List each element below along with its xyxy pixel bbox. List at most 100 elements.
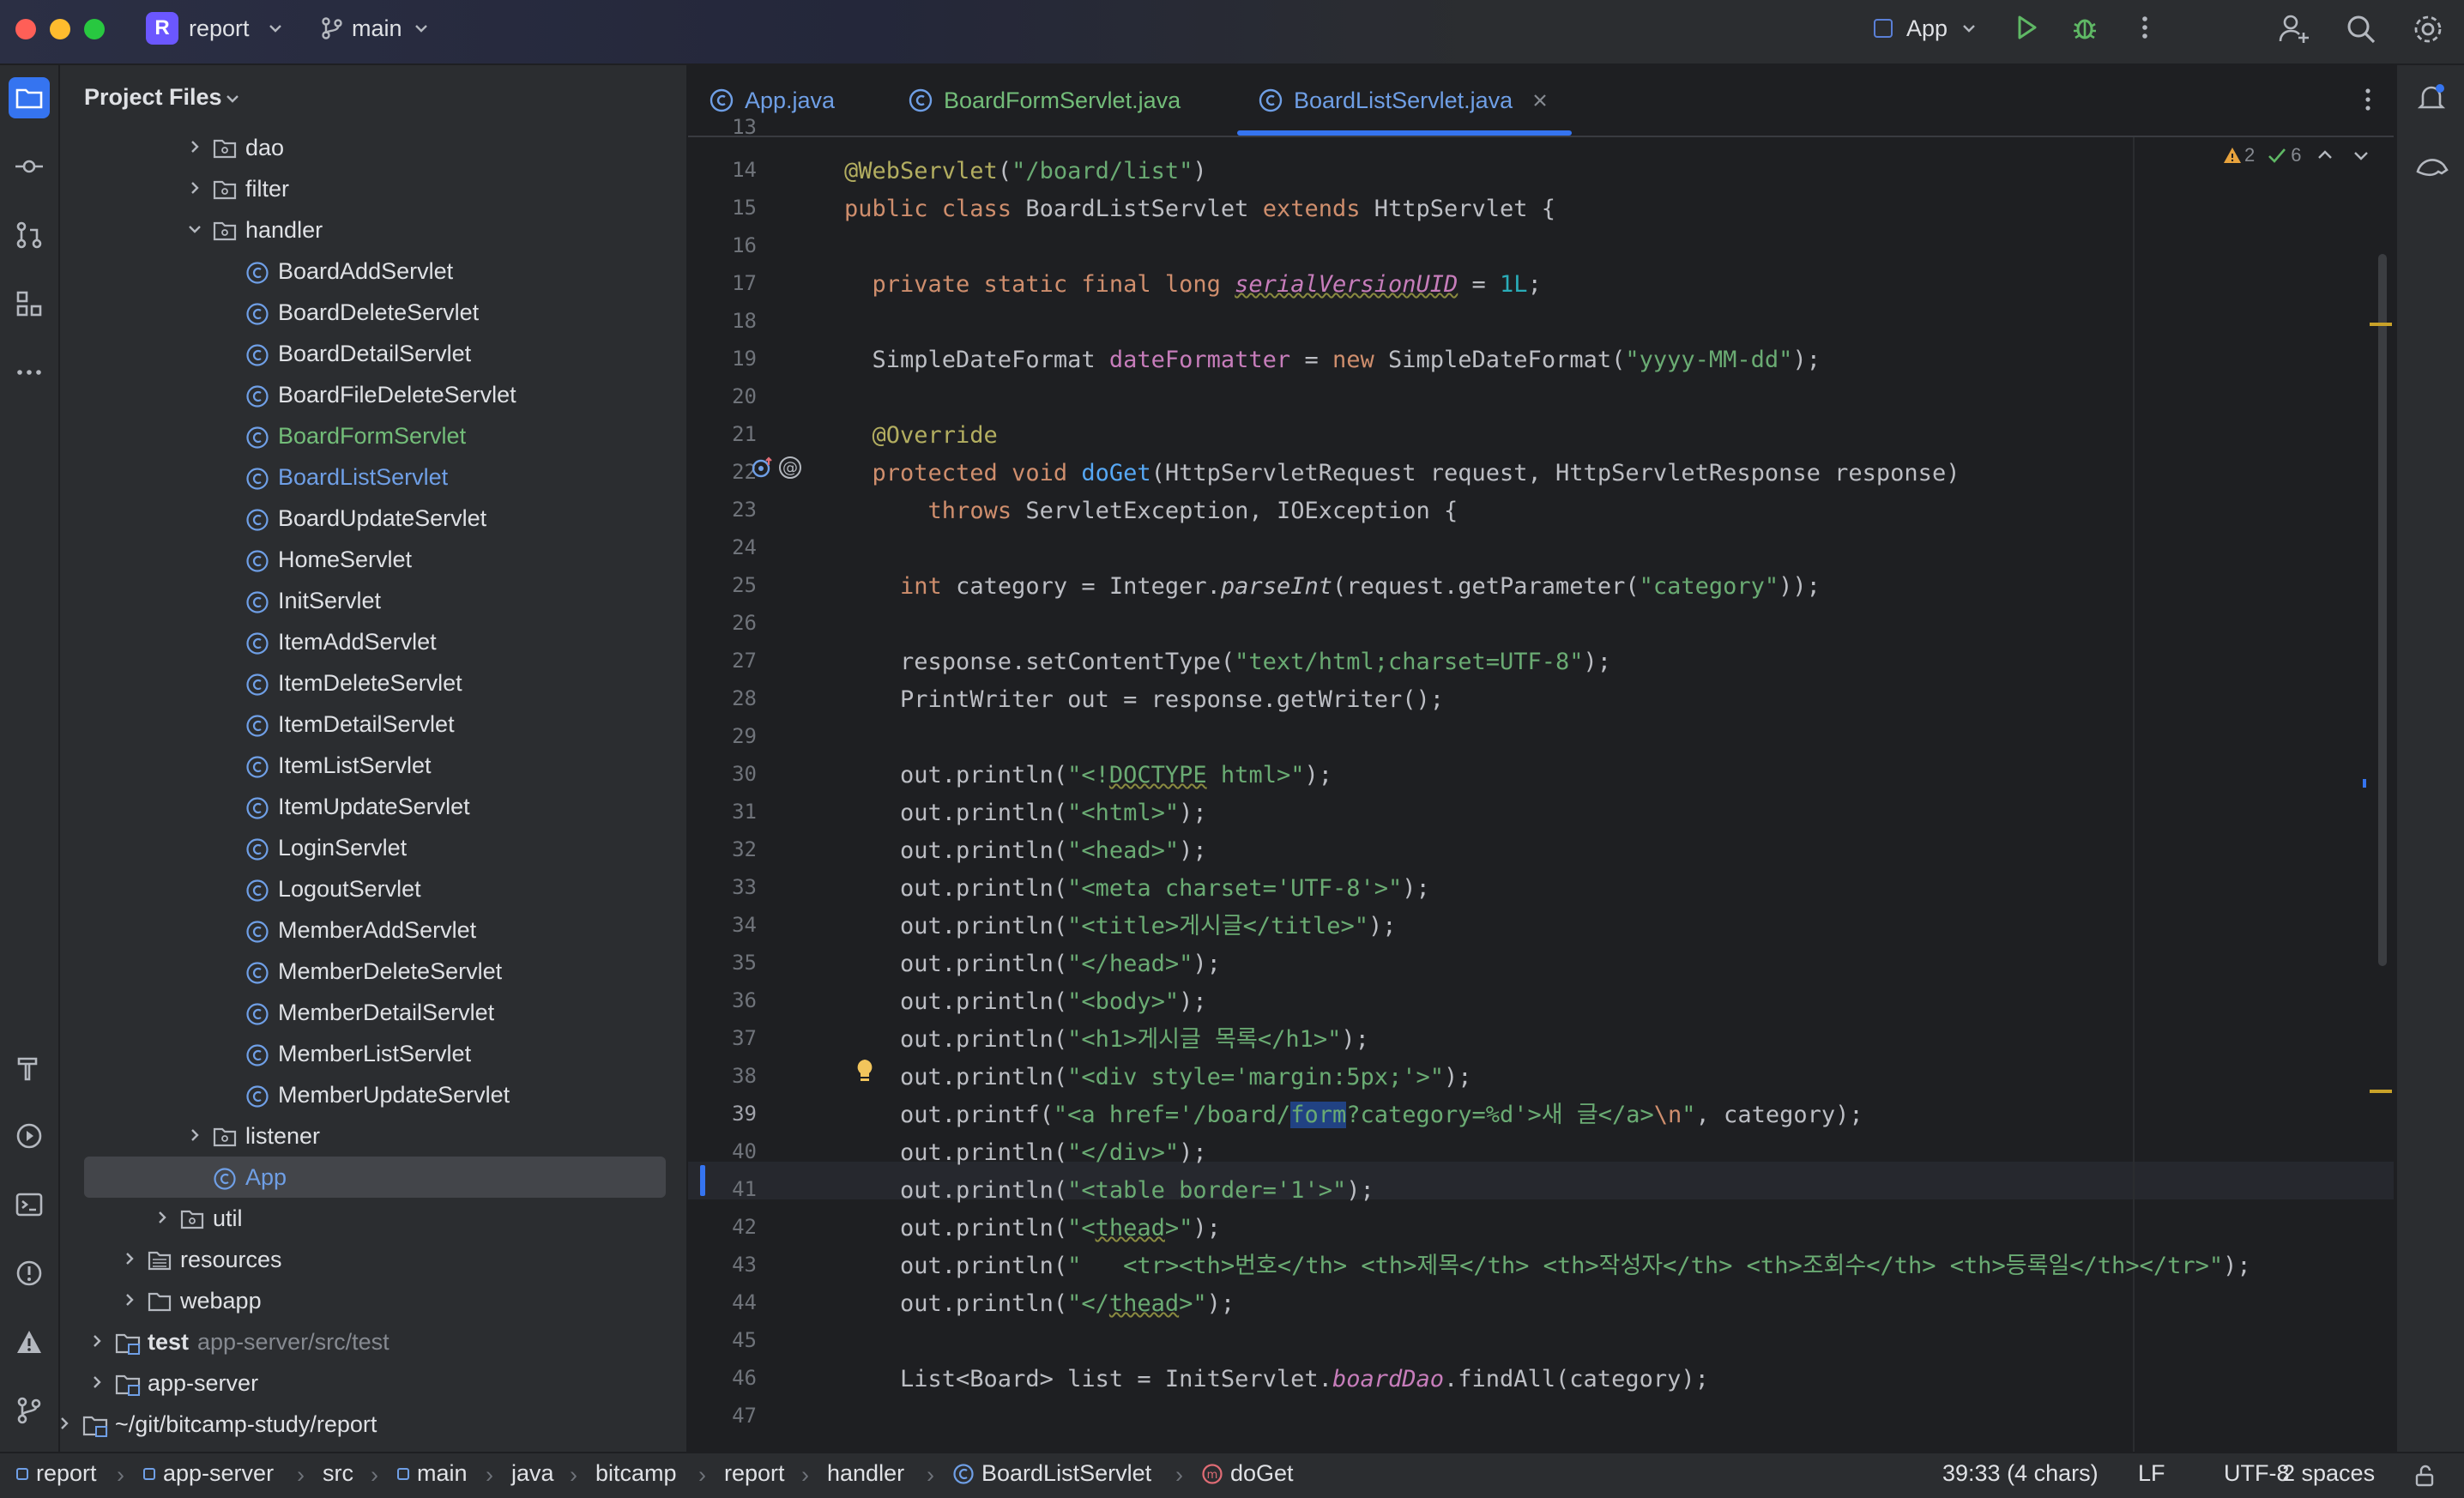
code-line[interactable]: out.println("<h1>게시글 목록</h1>"); [844,1021,1369,1059]
tree-item-class[interactable]: BoardListServlet [60,456,686,498]
tree-item-class[interactable]: BoardFileDeleteServlet [60,374,686,415]
tree-item-class[interactable]: MemberUpdateServlet [60,1074,686,1115]
code-line[interactable]: SimpleDateFormat dateFormatter = new Sim… [844,341,1821,379]
database-tool-icon[interactable] [2413,149,2450,184]
code-line[interactable]: out.println("<table border='1'>"); [844,1172,1374,1210]
error-stripe-mark[interactable] [2370,1090,2392,1093]
window-close-button[interactable] [15,19,36,39]
chevron-down-icon[interactable] [225,91,240,106]
debug-icon[interactable] [2069,12,2100,43]
code-line[interactable]: public class BoardListServlet extends Ht… [844,190,1555,228]
tree-item-class[interactable]: BoardDeleteServlet [60,292,686,333]
code-line[interactable]: out.println("</thead>"); [844,1285,1235,1323]
project-name[interactable]: report [189,15,250,42]
code-line[interactable]: int category = Integer.parseInt(request.… [844,568,1821,606]
code-line[interactable]: out.println("<div style='margin:5px;'>")… [844,1059,1472,1096]
tree-item-class[interactable]: MemberAddServlet [60,909,686,951]
breadcrumb-item[interactable]: app-server [142,1460,274,1487]
tree-item-folder[interactable]: resources [60,1239,686,1280]
tree-item-folder[interactable]: listener [60,1115,686,1157]
breadcrumb-item[interactable]: report [15,1460,97,1487]
terminal-tool-button[interactable] [9,1184,50,1225]
run-icon[interactable] [2011,12,2042,43]
lightbulb-icon[interactable] [853,1057,877,1084]
code-line[interactable]: out.println("<!DOCTYPE html>"); [844,757,1332,794]
code-line[interactable]: out.println("<meta charset='UTF-8'>"); [844,870,1430,908]
chevron-right-icon[interactable] [153,1208,172,1227]
tree-item-class[interactable]: LoginServlet [60,827,686,868]
code-area[interactable]: @WebServlet("/board/list") public class B… [844,137,2389,1452]
tree-item-class[interactable]: LogoutServlet [60,868,686,909]
line-number-gutter[interactable]: 13 14 15 16 17 18 19 20 21 22 23 24 25 26 27 28 29 30 31 3… [688,115,842,1452]
code-line[interactable]: out.println("<body>"); [844,983,1207,1021]
code-line[interactable]: out.println("<thead>"); [844,1210,1221,1247]
code-line[interactable]: private static final long serialVersionU… [844,266,1542,304]
code-line[interactable]: response.setContentType("text/html;chars… [844,643,1611,681]
implements-gutter-icon[interactable] [750,455,776,480]
tree-item-class[interactable]: ItemAddServlet [60,621,686,662]
breadcrumb-item[interactable]: bitcamp [595,1460,677,1487]
chevron-right-icon[interactable] [185,1126,204,1145]
project-tool-button[interactable] [9,77,50,118]
tab-boardlistservlet-java[interactable]: BoardListServlet.java [1258,65,1549,136]
project-panel-title[interactable]: Project Files [84,84,222,111]
services-tool-button[interactable] [9,1115,50,1157]
chevron-down-icon[interactable] [268,21,283,36]
code-line[interactable]: out.println("</div>"); [844,1134,1207,1172]
tree-item-folder[interactable]: util [60,1198,686,1239]
code-line[interactable]: out.println("<title>게시글</title>"); [844,908,1396,945]
tree-item-class[interactable]: ItemListServlet [60,745,686,786]
problems-tool-button[interactable] [9,1253,50,1294]
chevron-right-icon[interactable] [60,1414,74,1433]
warnings-tool-button[interactable] [9,1321,50,1362]
code-line[interactable]: PrintWriter out = response.getWriter(); [844,681,1444,719]
tree-item-class[interactable]: App [84,1157,666,1198]
error-stripe-mark[interactable] [2370,323,2392,326]
add-user-icon[interactable] [2277,12,2311,46]
chevron-right-icon[interactable] [120,1249,139,1268]
pull-requests-tool-button[interactable] [9,214,50,256]
breadcrumb-item[interactable]: BoardListServlet [952,1460,1151,1487]
tree-item-folder[interactable]: test app-server/src/test [60,1321,686,1362]
tree-item-class[interactable]: ItemDetailServlet [60,704,686,745]
tree-item-class[interactable]: ItemDeleteServlet [60,662,686,704]
breadcrumb-item[interactable]: main [396,1460,468,1487]
chevron-down-icon[interactable] [1961,21,1977,36]
code-line[interactable]: throws ServletException, IOException { [844,492,1458,530]
tree-item-class[interactable]: BoardFormServlet [60,415,686,456]
chevron-down-icon[interactable] [414,21,429,36]
tab-options-icon[interactable] [2352,84,2383,115]
project-badge[interactable]: R [146,12,178,45]
window-maximize-button[interactable] [84,19,105,39]
git-tool-button[interactable] [9,1390,50,1431]
code-line[interactable]: protected void doGet(HttpServletRequest … [844,455,1960,492]
chevron-right-icon[interactable] [120,1290,139,1309]
commit-tool-button[interactable] [9,146,50,187]
tree-item-class[interactable]: BoardUpdateServlet [60,498,686,539]
code-line[interactable]: @WebServlet("/board/list") [844,153,1207,190]
code-line[interactable]: List<Board> list = InitServlet.boardDao.… [844,1361,1709,1398]
tree-item-class[interactable]: InitServlet [60,580,686,621]
breadcrumb-item[interactable]: m doGet [1201,1460,1294,1487]
caret-position[interactable]: 39:33 (4 chars) [1942,1460,2099,1487]
tree-item-folder[interactable]: filter [60,168,686,209]
structure-tool-button[interactable] [9,283,50,324]
tree-item-folder[interactable]: dao [60,127,686,168]
code-line[interactable]: out.println(" <tr><th>번호</th> <th>제목</th… [844,1247,2251,1285]
tree-item-class[interactable]: MemberDetailServlet [60,992,686,1033]
code-line[interactable]: out.println("<html>"); [844,794,1207,832]
inspection-widget[interactable]: 2 6 [2222,144,2370,166]
code-line[interactable]: @Override [844,417,998,455]
breadcrumb-item[interactable]: handler [827,1460,904,1487]
code-line[interactable]: out.println("<head>"); [844,832,1207,870]
tree-item-class[interactable]: MemberListServlet [60,1033,686,1074]
tab-boardformservlet-java[interactable]: BoardFormServlet.java [908,65,1181,136]
breadcrumb-item[interactable]: java [511,1460,554,1487]
branch-name[interactable]: main [352,15,402,42]
tree-item-class[interactable]: BoardDetailServlet [60,333,686,374]
chevron-right-icon[interactable] [185,178,204,197]
more-tools-button[interactable] [9,352,50,393]
tree-item-folder[interactable]: app-server [60,1362,686,1404]
tree-item-folder[interactable]: handler [60,209,686,251]
tree-item-class[interactable]: ItemUpdateServlet [60,786,686,827]
